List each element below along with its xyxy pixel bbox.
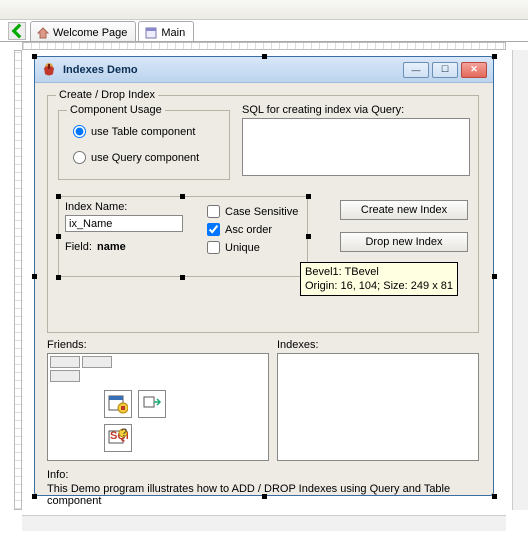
indexes-listbox[interactable] — [277, 353, 479, 461]
selection-handle[interactable] — [306, 234, 311, 239]
editor-tabstrip: Welcome Page Main — [0, 20, 528, 42]
radio-use-query[interactable]: use Query component — [73, 151, 199, 164]
grid-header — [48, 354, 114, 384]
tab-label: Main — [161, 27, 185, 39]
checkbox-label: Unique — [225, 242, 260, 254]
radio-input[interactable] — [73, 151, 86, 164]
radio-input[interactable] — [73, 125, 86, 138]
nav-back-button[interactable] — [8, 22, 26, 40]
tab-main[interactable]: Main — [138, 21, 194, 41]
indexes-label: Indexes: — [277, 339, 319, 351]
designer-canvas[interactable]: Indexes Demo — ☐ ✕ Create / Drop Index C… — [22, 50, 506, 510]
tab-label: Welcome Page — [53, 27, 127, 39]
selection-handle[interactable] — [262, 54, 267, 59]
info-label: Info: — [47, 469, 68, 481]
close-button[interactable]: ✕ — [461, 62, 487, 78]
field-label: Field: — [65, 241, 92, 253]
checkbox-input[interactable] — [207, 241, 220, 254]
radio-use-table[interactable]: use Table component — [73, 125, 195, 138]
checkbox-input[interactable] — [207, 223, 220, 236]
toolbar-icon — [4, 2, 20, 18]
selection-handle[interactable] — [262, 494, 267, 499]
selection-handle[interactable] — [56, 194, 61, 199]
scrollbar-vertical[interactable] — [512, 50, 528, 510]
check-case-sensitive[interactable]: Case Sensitive — [207, 205, 298, 218]
selection-handle[interactable] — [180, 194, 185, 199]
check-unique[interactable]: Unique — [207, 241, 260, 254]
sql-textarea[interactable] — [242, 118, 470, 176]
form-icon — [145, 27, 157, 39]
window-title: Indexes Demo — [63, 64, 403, 76]
selection-handle[interactable] — [32, 274, 37, 279]
ruler-vertical — [14, 50, 22, 510]
tab-welcome[interactable]: Welcome Page — [30, 21, 136, 41]
selection-handle[interactable] — [56, 275, 61, 280]
selection-handle[interactable] — [56, 234, 61, 239]
titlebar[interactable]: Indexes Demo — ☐ ✕ — [35, 57, 493, 83]
query-component-icon[interactable]: SQL? — [104, 424, 132, 452]
selection-handle[interactable] — [32, 494, 37, 499]
button-label: Create new Index — [361, 204, 447, 216]
minimize-button[interactable]: — — [403, 62, 429, 78]
check-asc-order[interactable]: Asc order — [207, 223, 272, 236]
bevel-panel[interactable]: Index Name: Field: name Case Sensitive A… — [58, 196, 308, 277]
datasource-component-icon[interactable] — [138, 390, 166, 418]
ruler-horizontal — [22, 42, 506, 50]
sql-label: SQL for creating index via Query: — [242, 104, 404, 116]
group-legend: Create / Drop Index — [56, 89, 158, 101]
selection-handle[interactable] — [492, 54, 497, 59]
selection-handle[interactable] — [180, 275, 185, 280]
radio-label: use Query component — [91, 152, 199, 164]
create-index-button[interactable]: Create new Index — [340, 200, 468, 220]
checkbox-label: Case Sensitive — [225, 206, 298, 218]
checkbox-label: Asc order — [225, 224, 272, 236]
index-name-input[interactable] — [65, 215, 183, 232]
selection-handle[interactable] — [306, 194, 311, 199]
app-icon — [41, 62, 57, 78]
scrollbar-horizontal[interactable] — [22, 515, 506, 531]
selection-handle[interactable] — [492, 494, 497, 499]
group-component-usage: Component Usage use Table component use … — [58, 110, 230, 180]
selection-handle[interactable] — [492, 274, 497, 279]
maximize-button[interactable]: ☐ — [432, 62, 458, 78]
hint-tooltip: Bevel1: TBevel Origin: 16, 104; Size: 24… — [300, 262, 458, 296]
drop-index-button[interactable]: Drop new Index — [340, 232, 468, 252]
field-value: name — [97, 241, 126, 253]
ide-toolbar — [0, 0, 528, 20]
checkbox-input[interactable] — [207, 205, 220, 218]
radio-label: use Table component — [91, 126, 195, 138]
group-legend: Component Usage — [67, 104, 165, 116]
table-component-icon[interactable] — [104, 390, 132, 418]
friends-grid[interactable]: SQL? — [47, 353, 269, 461]
index-name-label: Index Name: — [65, 201, 127, 213]
home-icon — [37, 27, 49, 39]
svg-text:?: ? — [121, 428, 127, 439]
group-create-drop: Create / Drop Index Component Usage use … — [47, 95, 479, 333]
selection-handle[interactable] — [32, 54, 37, 59]
button-label: Drop new Index — [365, 236, 442, 248]
friends-label: Friends: — [47, 339, 87, 351]
